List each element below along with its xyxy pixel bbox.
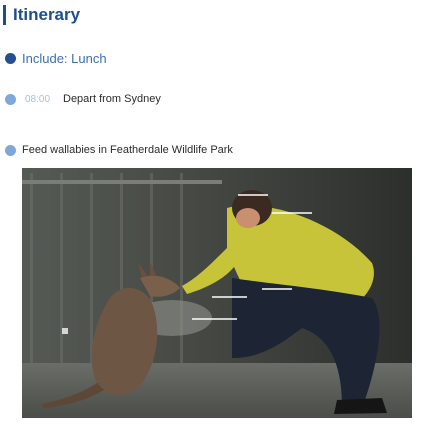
photo-illustration [22, 168, 412, 418]
item-time: 08:00 [25, 93, 51, 105]
wallaby-feeding-photo [22, 168, 412, 418]
timeline-dot-icon [5, 93, 16, 105]
item-description: Depart from Sydney [63, 93, 161, 105]
include-label: Include: Lunch [22, 51, 107, 66]
timeline-dot-icon [5, 53, 16, 64]
page-title: Itinerary [13, 5, 81, 24]
itinerary-header: Itinerary [0, 4, 80, 26]
itinerary-item: Feed wallabies in Featherdale Wildlife P… [0, 144, 233, 156]
header-accent-bar [3, 5, 6, 25]
item-description: Feed wallabies in Featherdale Wildlife P… [22, 144, 233, 156]
timeline-dot-icon [5, 144, 16, 156]
include-row: Include: Lunch [0, 51, 107, 66]
itinerary-item: 08:00 Depart from Sydney [0, 93, 161, 105]
